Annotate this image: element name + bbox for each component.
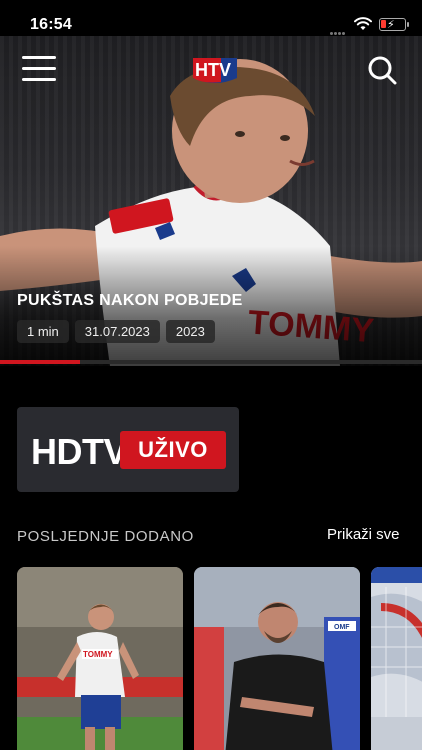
carousel-progress bbox=[0, 360, 422, 364]
show-all-link[interactable]: Prikaži sve bbox=[327, 526, 400, 543]
status-bar: 16:54 ⚡ bbox=[0, 0, 422, 36]
thumbnail-image bbox=[371, 567, 422, 750]
logo-text: HTV bbox=[195, 60, 231, 80]
season-tag: 2023 bbox=[165, 320, 215, 343]
duration-tag: 1 min bbox=[17, 320, 69, 343]
hdtv-label: HDTV bbox=[31, 431, 128, 472]
video-thumbnail[interactable]: TOMMY bbox=[17, 567, 183, 750]
video-thumbnail[interactable] bbox=[371, 567, 422, 750]
wifi-icon bbox=[354, 17, 372, 30]
live-badge: UŽIVO bbox=[120, 431, 226, 469]
hamburger-menu-icon[interactable] bbox=[22, 56, 56, 84]
hdtv-live-banner[interactable]: HDTV UŽIVO bbox=[17, 407, 239, 492]
thumbnail-image: OMF bbox=[194, 567, 360, 750]
hero-tags: 1 min 31.07.2023 2023 bbox=[17, 320, 215, 343]
thumbnail-sponsor: TOMMY bbox=[83, 650, 113, 659]
date-tag: 31.07.2023 bbox=[74, 320, 160, 343]
search-icon[interactable] bbox=[366, 54, 398, 86]
section-title: POSLJEDNJE DODANO bbox=[17, 528, 194, 545]
status-time: 16:54 bbox=[30, 16, 72, 33]
thumbnail-image: TOMMY bbox=[17, 567, 183, 750]
thumbnail-sponsor: OMF bbox=[334, 624, 350, 631]
carousel-progress-fill bbox=[0, 360, 81, 364]
hnk-hajduk-tv-logo[interactable]: HTV bbox=[191, 54, 239, 86]
battery-icon: ⚡ bbox=[379, 18, 409, 31]
video-thumbnail[interactable]: OMF bbox=[194, 567, 360, 750]
signal-dots-icon bbox=[330, 22, 346, 35]
hero-title: PUKŠTAS NAKON POBJEDE bbox=[17, 292, 243, 309]
